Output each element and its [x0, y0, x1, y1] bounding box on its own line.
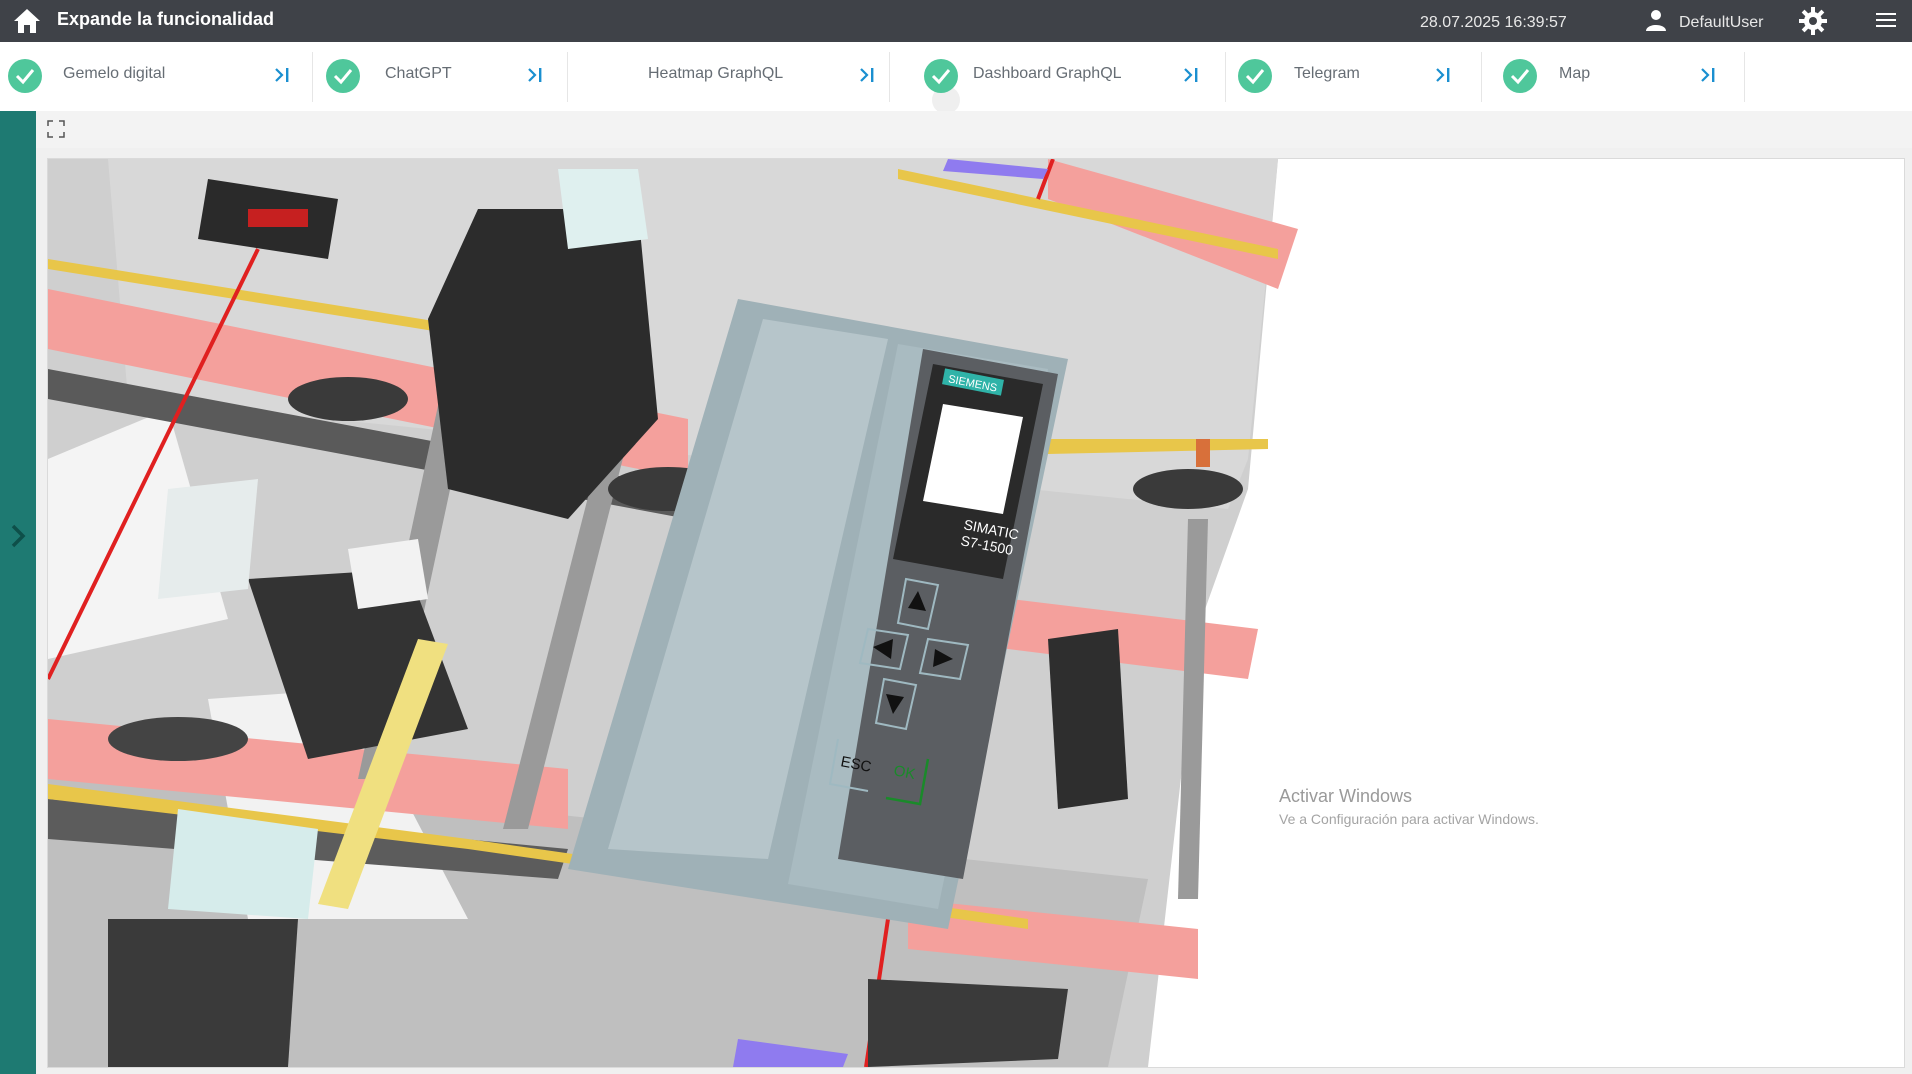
windows-activation-title: Activar Windows: [1279, 786, 1413, 806]
chevron-right-icon[interactable]: [6, 519, 30, 553]
tab-divider: [567, 52, 568, 102]
tab-chatgpt[interactable]: ChatGPT: [318, 42, 568, 111]
tab-divider: [312, 52, 313, 102]
collapse-right-icon[interactable]: [525, 62, 547, 88]
3d-scene[interactable]: SIEMENS SIMATIC S7-1500 ESC OK: [48, 159, 1904, 1067]
content-toolbar: [36, 111, 1912, 148]
windows-activation-subtitle: Ve a Configuración para activar Windows.: [1279, 811, 1539, 827]
tab-dashboard-graphql[interactable]: Dashboard GraphQL: [916, 42, 1226, 111]
tab-label: Dashboard GraphQL: [973, 65, 1122, 82]
tab-strip: Gemelo digital ChatGPT Heatmap GraphQL D…: [0, 42, 1912, 114]
tab-divider: [1744, 52, 1745, 102]
collapse-right-icon[interactable]: [272, 62, 294, 88]
app-title: Expande la funcionalidad: [57, 9, 275, 29]
home-icon[interactable]: [12, 6, 42, 36]
tab-heatmap-graphql[interactable]: Heatmap GraphQL: [572, 42, 890, 111]
tab-map[interactable]: Map: [1495, 42, 1745, 111]
gear-icon[interactable]: [1797, 5, 1829, 37]
tab-gemelo-digital[interactable]: Gemelo digital: [0, 42, 313, 111]
collapse-right-icon[interactable]: [1433, 62, 1455, 88]
tab-label: Gemelo digital: [63, 65, 166, 82]
tab-label: Heatmap GraphQL: [648, 65, 784, 82]
hamburger-icon[interactable]: [1875, 10, 1897, 30]
user-name[interactable]: DefaultUser: [1679, 14, 1763, 32]
check-icon: [924, 59, 958, 93]
tab-divider: [889, 52, 890, 102]
check-icon: [1238, 59, 1272, 93]
tab-label: ChatGPT: [385, 65, 452, 82]
left-sidebar: [0, 111, 36, 1074]
3d-viewer[interactable]: SIEMENS SIMATIC S7-1500 ESC OK Activar W…: [47, 158, 1905, 1068]
collapse-right-icon[interactable]: [1181, 62, 1203, 88]
fullscreen-icon[interactable]: [46, 119, 66, 139]
datetime-display: 28.07.2025 16:39:57: [1420, 14, 1567, 31]
collapse-right-icon[interactable]: [1698, 62, 1720, 88]
tab-label: Map: [1559, 65, 1591, 82]
tab-telegram[interactable]: Telegram: [1230, 42, 1482, 111]
check-icon: [8, 59, 42, 93]
tab-label: Telegram: [1294, 65, 1360, 82]
tab-divider: [1481, 52, 1482, 102]
user-icon[interactable]: [1644, 8, 1668, 32]
tab-divider: [1225, 52, 1226, 102]
collapse-right-icon[interactable]: [857, 62, 879, 88]
check-icon: [326, 59, 360, 93]
top-header: Expande la funcionalidad 28.07.2025 16:3…: [0, 0, 1912, 42]
check-icon: [1503, 59, 1537, 93]
